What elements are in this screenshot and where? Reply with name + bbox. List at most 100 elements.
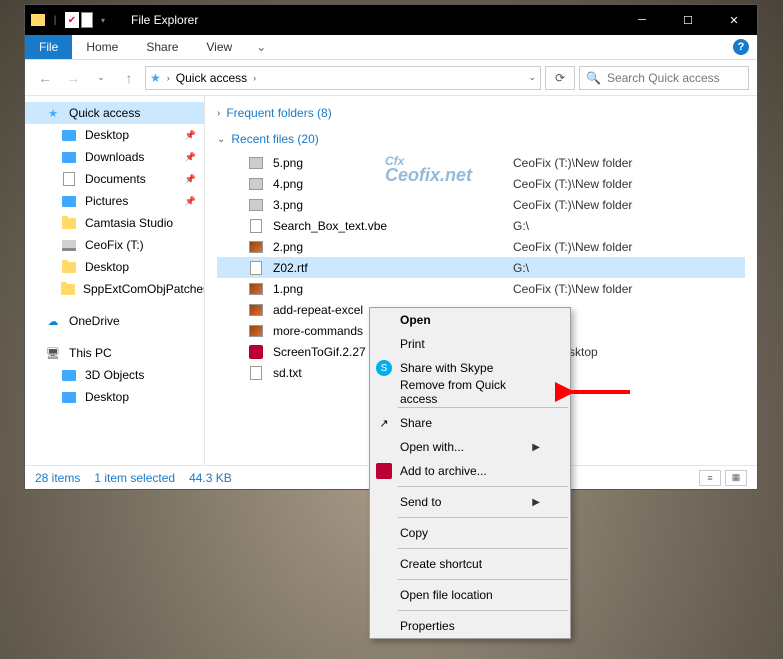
view-details-button[interactable]: ≡: [699, 470, 721, 486]
file-name: 4.png: [273, 177, 513, 191]
sidebar-item[interactable]: Camtasia Studio: [25, 212, 204, 234]
pin-icon: 📌: [185, 174, 196, 185]
nav-history-dropdown[interactable]: ⌄: [89, 66, 113, 90]
folder-icon: [61, 193, 77, 209]
chevron-right-icon: ›: [253, 73, 256, 83]
file-icon: [247, 281, 265, 297]
close-button[interactable]: ✕: [711, 5, 757, 35]
file-path: CeoFix (T:)\New folder: [513, 282, 632, 296]
frequent-folders-header[interactable]: › Frequent folders (8): [217, 100, 745, 126]
context-menu-item[interactable]: S Share with Skype: [370, 356, 570, 380]
sidebar-item[interactable]: Downloads📌: [25, 146, 204, 168]
skype-icon: S: [376, 360, 392, 376]
context-menu-item[interactable]: Add to archive...: [370, 459, 570, 483]
nav-back-button[interactable]: ←: [33, 66, 57, 90]
nav-up-button[interactable]: ↑: [117, 66, 141, 90]
context-menu-item[interactable]: Properties: [370, 614, 570, 638]
file-row[interactable]: Search_Box_text.vbeG:\: [217, 215, 745, 236]
qa-doc-icon[interactable]: [81, 12, 93, 28]
sidebar-item[interactable]: Desktop: [25, 386, 204, 408]
context-menu-label: Send to: [400, 495, 441, 509]
context-menu-item[interactable]: Open: [370, 308, 570, 332]
pin-icon: 📌: [185, 196, 196, 207]
context-menu-item[interactable]: Open with...▶: [370, 435, 570, 459]
file-path: CeoFix (T:)\New folder: [513, 198, 632, 212]
context-menu-item[interactable]: Open file location: [370, 583, 570, 607]
explorer-icon: [31, 14, 45, 26]
help-button[interactable]: ?: [733, 35, 749, 59]
context-menu-label: Copy: [400, 526, 428, 540]
file-row[interactable]: 1.pngCeoFix (T:)\New folder: [217, 278, 745, 299]
file-icon: [247, 260, 265, 276]
status-selection: 1 item selected: [94, 471, 175, 485]
ribbon-tab-file[interactable]: File: [25, 35, 72, 59]
sidebar-item[interactable]: CeoFix (T:): [25, 234, 204, 256]
sidebar-item[interactable]: SppExtComObjPatcher: [25, 278, 204, 300]
sidebar-item-label: SppExtComObjPatcher: [83, 282, 205, 296]
file-row[interactable]: 4.pngCeoFix (T:)\New folder: [217, 173, 745, 194]
address-field[interactable]: ★ › Quick access › ⌄: [145, 66, 541, 90]
file-icon: [247, 344, 265, 360]
chevron-right-icon: ›: [167, 73, 170, 83]
context-menu-label: Open file location: [400, 588, 493, 602]
sidebar-item[interactable]: 3D Objects: [25, 364, 204, 386]
maximize-button[interactable]: ☐: [665, 5, 711, 35]
sidebar-this-pc[interactable]: 🖥 This PC: [25, 342, 204, 364]
file-row[interactable]: 2.pngCeoFix (T:)\New folder: [217, 236, 745, 257]
search-field[interactable]: 🔍 Search Quick access: [579, 66, 749, 90]
nav-forward-button[interactable]: →: [61, 66, 85, 90]
status-size: 44.3 KB: [189, 471, 232, 485]
refresh-button[interactable]: ⟳: [545, 66, 575, 90]
file-row[interactable]: Z02.rtfG:\: [217, 257, 745, 278]
ribbon-expand-button[interactable]: ⌄: [246, 35, 276, 59]
sidebar-item[interactable]: Desktop📌: [25, 124, 204, 146]
file-icon: [247, 218, 265, 234]
file-name: 1.png: [273, 282, 513, 296]
context-menu-label: Create shortcut: [400, 557, 482, 571]
context-menu-item[interactable]: Print: [370, 332, 570, 356]
context-menu-separator: [398, 548, 568, 549]
sidebar-onedrive[interactable]: ☁ OneDrive: [25, 310, 204, 332]
file-row[interactable]: 3.pngCeoFix (T:)\New folder: [217, 194, 745, 215]
ribbon-tab-share[interactable]: Share: [132, 35, 192, 59]
file-icon: [247, 323, 265, 339]
context-menu-item[interactable]: Remove from Quick access: [370, 380, 570, 404]
navigation-sidebar: ★ Quick access Desktop📌Downloads📌Documen…: [25, 96, 205, 465]
context-menu-item[interactable]: Send to ▶: [370, 490, 570, 514]
ribbon-tab-home[interactable]: Home: [72, 35, 132, 59]
onedrive-icon: ☁: [45, 313, 61, 329]
recent-files-header[interactable]: ⌄ Recent files (20): [217, 126, 745, 152]
context-menu-item[interactable]: Create shortcut: [370, 552, 570, 576]
ribbon-tab-view[interactable]: View: [192, 35, 246, 59]
sidebar-item[interactable]: Pictures 📌: [25, 190, 204, 212]
folder-icon: [61, 215, 77, 231]
section-label: Recent files (20): [231, 132, 318, 146]
context-menu-label: Print: [400, 337, 425, 351]
sidebar-label: This PC: [69, 346, 112, 360]
context-menu-item[interactable]: ↗Share: [370, 411, 570, 435]
folder-icon: [61, 127, 77, 143]
context-menu-label: Open with...: [400, 440, 464, 454]
sidebar-item-label: Desktop: [85, 390, 129, 404]
sidebar-item[interactable]: Documents📌: [25, 168, 204, 190]
folder-icon: [61, 237, 77, 253]
submenu-arrow-icon: ▶: [532, 497, 540, 508]
share-icon: ↗: [376, 415, 392, 431]
qa-check-icon[interactable]: ✔: [65, 12, 79, 28]
pin-icon: 📌: [185, 130, 196, 141]
archive-icon: [376, 463, 392, 479]
context-menu-label: Share with Skype: [400, 361, 493, 375]
sidebar-item-label: 3D Objects: [85, 368, 144, 382]
divider-icon: |: [47, 12, 63, 28]
view-icons-button[interactable]: ▦: [725, 470, 747, 486]
file-row[interactable]: 5.pngCeoFix (T:)\New folder: [217, 152, 745, 173]
titlebar[interactable]: | ✔ ▾ File Explorer ─ ☐ ✕: [25, 5, 757, 35]
qa-dropdown-icon[interactable]: ▾: [95, 12, 111, 28]
chevron-down-icon: ⌄: [217, 134, 225, 145]
context-menu-item[interactable]: Copy: [370, 521, 570, 545]
address-dropdown-icon[interactable]: ⌄: [528, 72, 536, 83]
sidebar-item[interactable]: Desktop: [25, 256, 204, 278]
sidebar-quick-access[interactable]: ★ Quick access: [25, 102, 204, 124]
minimize-button[interactable]: ─: [619, 5, 665, 35]
sidebar-item-label: Pictures: [85, 194, 128, 208]
